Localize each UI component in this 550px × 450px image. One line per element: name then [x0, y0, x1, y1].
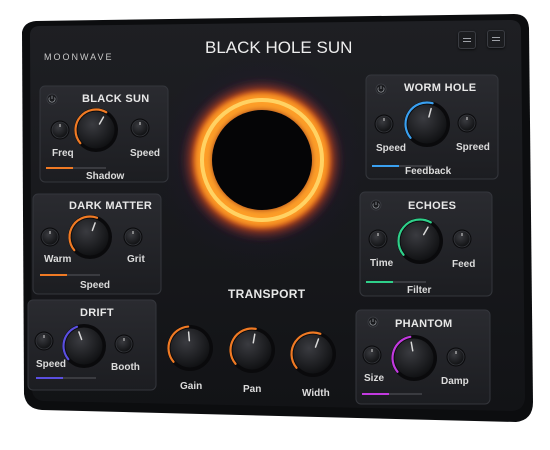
drift-speed-knob[interactable]: [34, 331, 54, 351]
dark-matter-warm-knob[interactable]: [40, 227, 60, 247]
drift-knob-label-1: Speed: [36, 359, 67, 370]
echoes-time-knob[interactable]: [368, 229, 388, 249]
dark-matter-main-knob[interactable]: [68, 215, 112, 259]
transport-pan-knob[interactable]: [229, 327, 275, 373]
echoes-knob-label-1: Time: [370, 258, 394, 269]
transport-knob-label-gain: Gain: [180, 381, 203, 392]
echoes-main-knob[interactable]: [397, 218, 443, 264]
black-hole-sun-artwork: [152, 50, 372, 270]
transport-width-knob[interactable]: [290, 331, 336, 377]
phantom-knob-label-1: Size: [364, 373, 385, 384]
drift-main-knob[interactable]: [62, 324, 106, 368]
echoes-knob-label-2: Feed: [452, 259, 476, 270]
worm-hole-footer-label: Feedback: [405, 166, 452, 177]
phantom-power-icon[interactable]: [367, 316, 379, 328]
black-sun-speed-knob[interactable]: [130, 118, 150, 138]
dark-matter-title: DARK MATTER: [69, 200, 153, 212]
dark-matter-knob-label-1: Warm: [44, 254, 72, 265]
phantom-damp-knob[interactable]: [446, 347, 466, 367]
black-sun-knob-label-1: Freq: [52, 148, 74, 159]
dark-matter-footer-label: Speed: [80, 280, 111, 291]
phantom-knob-label-2: Damp: [441, 376, 469, 387]
black-sun-footer-label: Shadow: [86, 171, 125, 182]
drift-booth-knob[interactable]: [114, 334, 134, 354]
drift-title: DRIFT: [80, 307, 114, 319]
transport-knob-label-pan: Pan: [243, 384, 262, 395]
drift-knob-label-2: Booth: [111, 362, 140, 373]
phantom-title: PHANTOM: [395, 318, 453, 330]
phantom-main-knob[interactable]: [391, 335, 437, 381]
worm-hole-knob-label-1: Speed: [376, 143, 407, 154]
transport-title: TRANSPORT: [228, 287, 306, 301]
phantom-size-knob[interactable]: [362, 345, 382, 365]
worm-hole-main-knob[interactable]: [404, 101, 450, 147]
dark-matter-knob-label-2: Grit: [127, 254, 145, 265]
worm-hole-knob-label-2: Spreed: [456, 142, 490, 153]
black-sun-power-icon[interactable]: [46, 93, 58, 105]
echoes-feed-knob[interactable]: [452, 229, 472, 249]
transport-gain-knob[interactable]: [167, 325, 213, 371]
transport-knob-label-width: Width: [302, 388, 330, 399]
echoes-power-icon[interactable]: [370, 199, 382, 211]
black-sun-freq-knob[interactable]: [50, 120, 70, 140]
dark-matter-grit-knob[interactable]: [123, 227, 143, 247]
worm-hole-spreed-knob[interactable]: [457, 113, 477, 133]
black-sun-title: BLACK SUN: [82, 93, 150, 105]
echoes-footer-label: Filter: [407, 285, 432, 296]
worm-hole-speed-knob[interactable]: [374, 114, 394, 134]
worm-hole-power-icon[interactable]: [375, 83, 387, 95]
black-sun-main-knob[interactable]: [74, 108, 118, 152]
echoes-title: ECHOES: [408, 200, 457, 212]
worm-hole-title: WORM HOLE: [404, 82, 477, 94]
black-sun-knob-label-2: Speed: [130, 148, 161, 159]
